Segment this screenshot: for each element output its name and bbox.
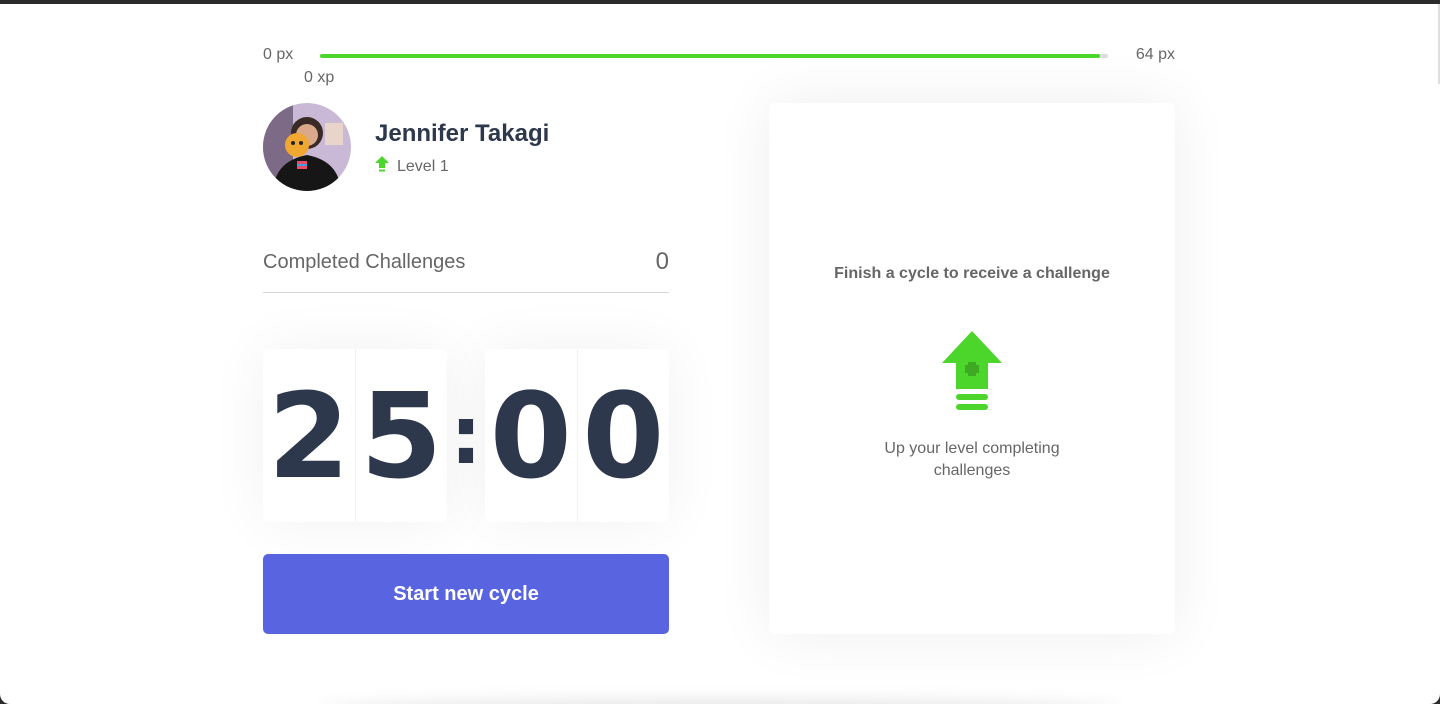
challenge-box: Finish a cycle to receive a challenge Up…: [769, 103, 1175, 634]
app-window: 0 px 64 px 0 xp Jennifer Takagi Level 1 …: [0, 4, 1440, 704]
avatar: [263, 103, 351, 191]
profile-name: Jennifer Takagi: [375, 120, 550, 147]
xp-track: [320, 54, 1108, 58]
second-ones-digit: 0: [582, 366, 665, 505]
bottom-shadow: [320, 700, 1120, 704]
countdown: 2 5 : 0 0: [263, 349, 669, 522]
xp-min-label: 0 px: [263, 46, 294, 63]
completed-challenges-count: 0: [655, 248, 669, 275]
xp-max-label: 64 px: [1135, 46, 1175, 63]
minute-ones-digit: 5: [360, 366, 443, 505]
challenge-box-title: Finish a cycle to receive a challenge: [834, 265, 1110, 282]
level-indicator: Level 1: [375, 156, 449, 177]
countdown-separator: :: [450, 389, 482, 482]
level-label: Level 1: [397, 157, 449, 175]
xp-current-label: 0 xp: [304, 69, 335, 86]
experience-bar: 0 px 64 px: [263, 42, 1175, 68]
minutes: 2 5: [263, 349, 447, 522]
xp-fill: [320, 54, 1101, 58]
minute-tens-digit: 2: [263, 349, 356, 522]
seconds: 0 0: [485, 349, 669, 522]
challenge-box-hint: Up your level completing challenges: [884, 440, 1060, 479]
completed-challenges-label: Completed Challenges: [263, 251, 466, 273]
completed-challenges: Completed Challenges 0: [263, 244, 669, 293]
second-tens-digit: 0: [485, 349, 578, 522]
level-up-arrow-icon: [375, 156, 389, 177]
level-up-icon: [942, 331, 1002, 418]
start-cycle-button[interactable]: Start new cycle: [263, 554, 669, 634]
